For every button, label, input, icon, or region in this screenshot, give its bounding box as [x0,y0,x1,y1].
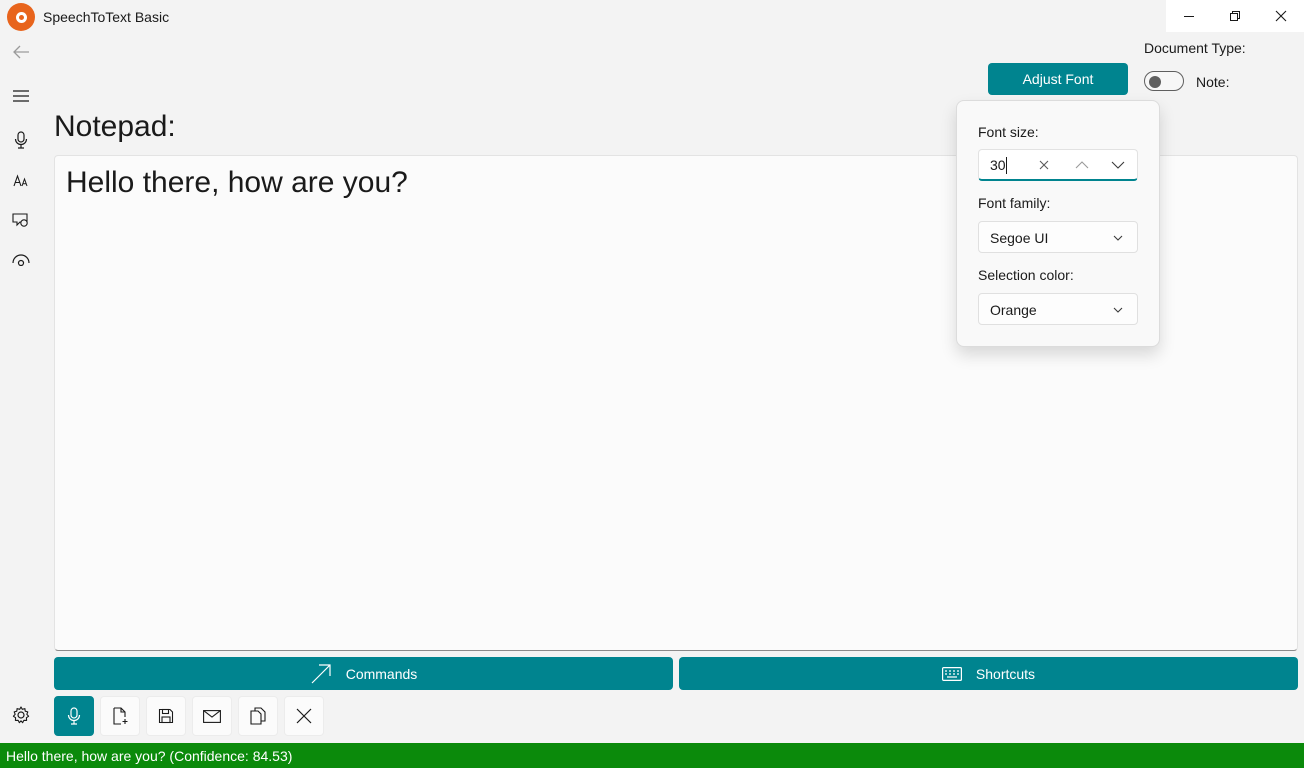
text-caret [1006,157,1007,174]
nav-rail [0,34,42,742]
shortcuts-button[interactable]: Shortcuts [679,657,1298,690]
adjust-font-button[interactable]: Adjust Font [988,63,1128,95]
back-button[interactable] [6,37,36,67]
note-label: Note: [1196,74,1230,90]
nav-item-view[interactable] [6,245,36,275]
clear-icon [1039,160,1049,170]
font-size-label: Font size: [978,124,1039,140]
editor-text[interactable]: Hello there, how are you? [66,166,408,200]
font-settings-flyout: Font size: 30 Font family: Segoe UI Sele… [956,100,1160,347]
font-family-value: Segoe UI [990,230,1049,246]
selection-color-dropdown[interactable]: Orange [978,293,1138,325]
nav-item-read-aloud[interactable] [6,205,36,235]
close-window-button[interactable] [1258,0,1304,32]
menu-button[interactable] [6,81,36,111]
toggle-knob [1149,76,1161,88]
chevron-down-icon [1113,307,1123,313]
document-type-label: Document Type: [1144,40,1246,56]
translate-icon [13,174,28,187]
commands-button[interactable]: Commands [54,657,673,690]
title-bar: SpeechToText Basic [0,0,1304,34]
status-bar: Hello there, how are you? (Confidence: 8… [0,743,1304,768]
new-document-icon [113,707,128,725]
decrement-button[interactable] [1111,158,1125,172]
microphone-icon [14,131,28,149]
restore-button[interactable] [1212,0,1258,32]
diagonal-arrow-icon [311,663,331,683]
window-controls [1166,0,1304,32]
app-title: SpeechToText Basic [43,9,170,25]
nav-item-dictation[interactable] [6,125,36,155]
clear-button[interactable] [1037,158,1051,172]
selection-color-value: Orange [990,302,1037,318]
page-title: Notepad: [54,110,176,143]
nav-item-translate[interactable] [6,165,36,195]
selection-color-label: Selection color: [978,267,1074,283]
close-icon [1275,10,1287,22]
gear-icon [12,706,30,724]
eye-icon [12,254,30,266]
minimize-button[interactable] [1166,0,1212,32]
keyboard-icon [941,666,962,681]
note-toggle[interactable] [1144,71,1184,91]
font-size-number-box[interactable]: 30 [978,149,1138,181]
hamburger-menu-icon [13,90,29,102]
restore-icon [1230,11,1240,21]
microphone-button[interactable] [54,696,94,736]
back-arrow-icon [13,45,29,59]
commands-label: Commands [345,665,418,682]
microphone-icon [67,707,81,725]
minimize-icon [1184,16,1194,17]
shortcuts-label: Shortcuts [975,665,1036,682]
chevron-down-icon [1111,161,1125,169]
font-family-dropdown[interactable]: Segoe UI [978,221,1138,253]
speech-bubble-icon [12,213,28,227]
chevron-up-icon [1075,161,1089,169]
save-button[interactable] [146,696,186,736]
settings-button[interactable] [10,704,32,726]
copy-button[interactable] [238,696,278,736]
close-icon [296,708,312,724]
copy-icon [250,707,266,725]
chevron-down-icon [1113,235,1123,241]
save-icon [158,708,174,724]
email-button[interactable] [192,696,232,736]
app-logo-icon [7,3,35,31]
status-text: Hello there, how are you? (Confidence: 8… [6,748,293,764]
font-family-label: Font family: [978,195,1051,211]
new-document-button[interactable] [100,696,140,736]
mail-icon [203,709,221,723]
font-size-value[interactable]: 30 [990,157,1006,173]
clear-text-button[interactable] [284,696,324,736]
increment-button[interactable] [1075,158,1089,172]
